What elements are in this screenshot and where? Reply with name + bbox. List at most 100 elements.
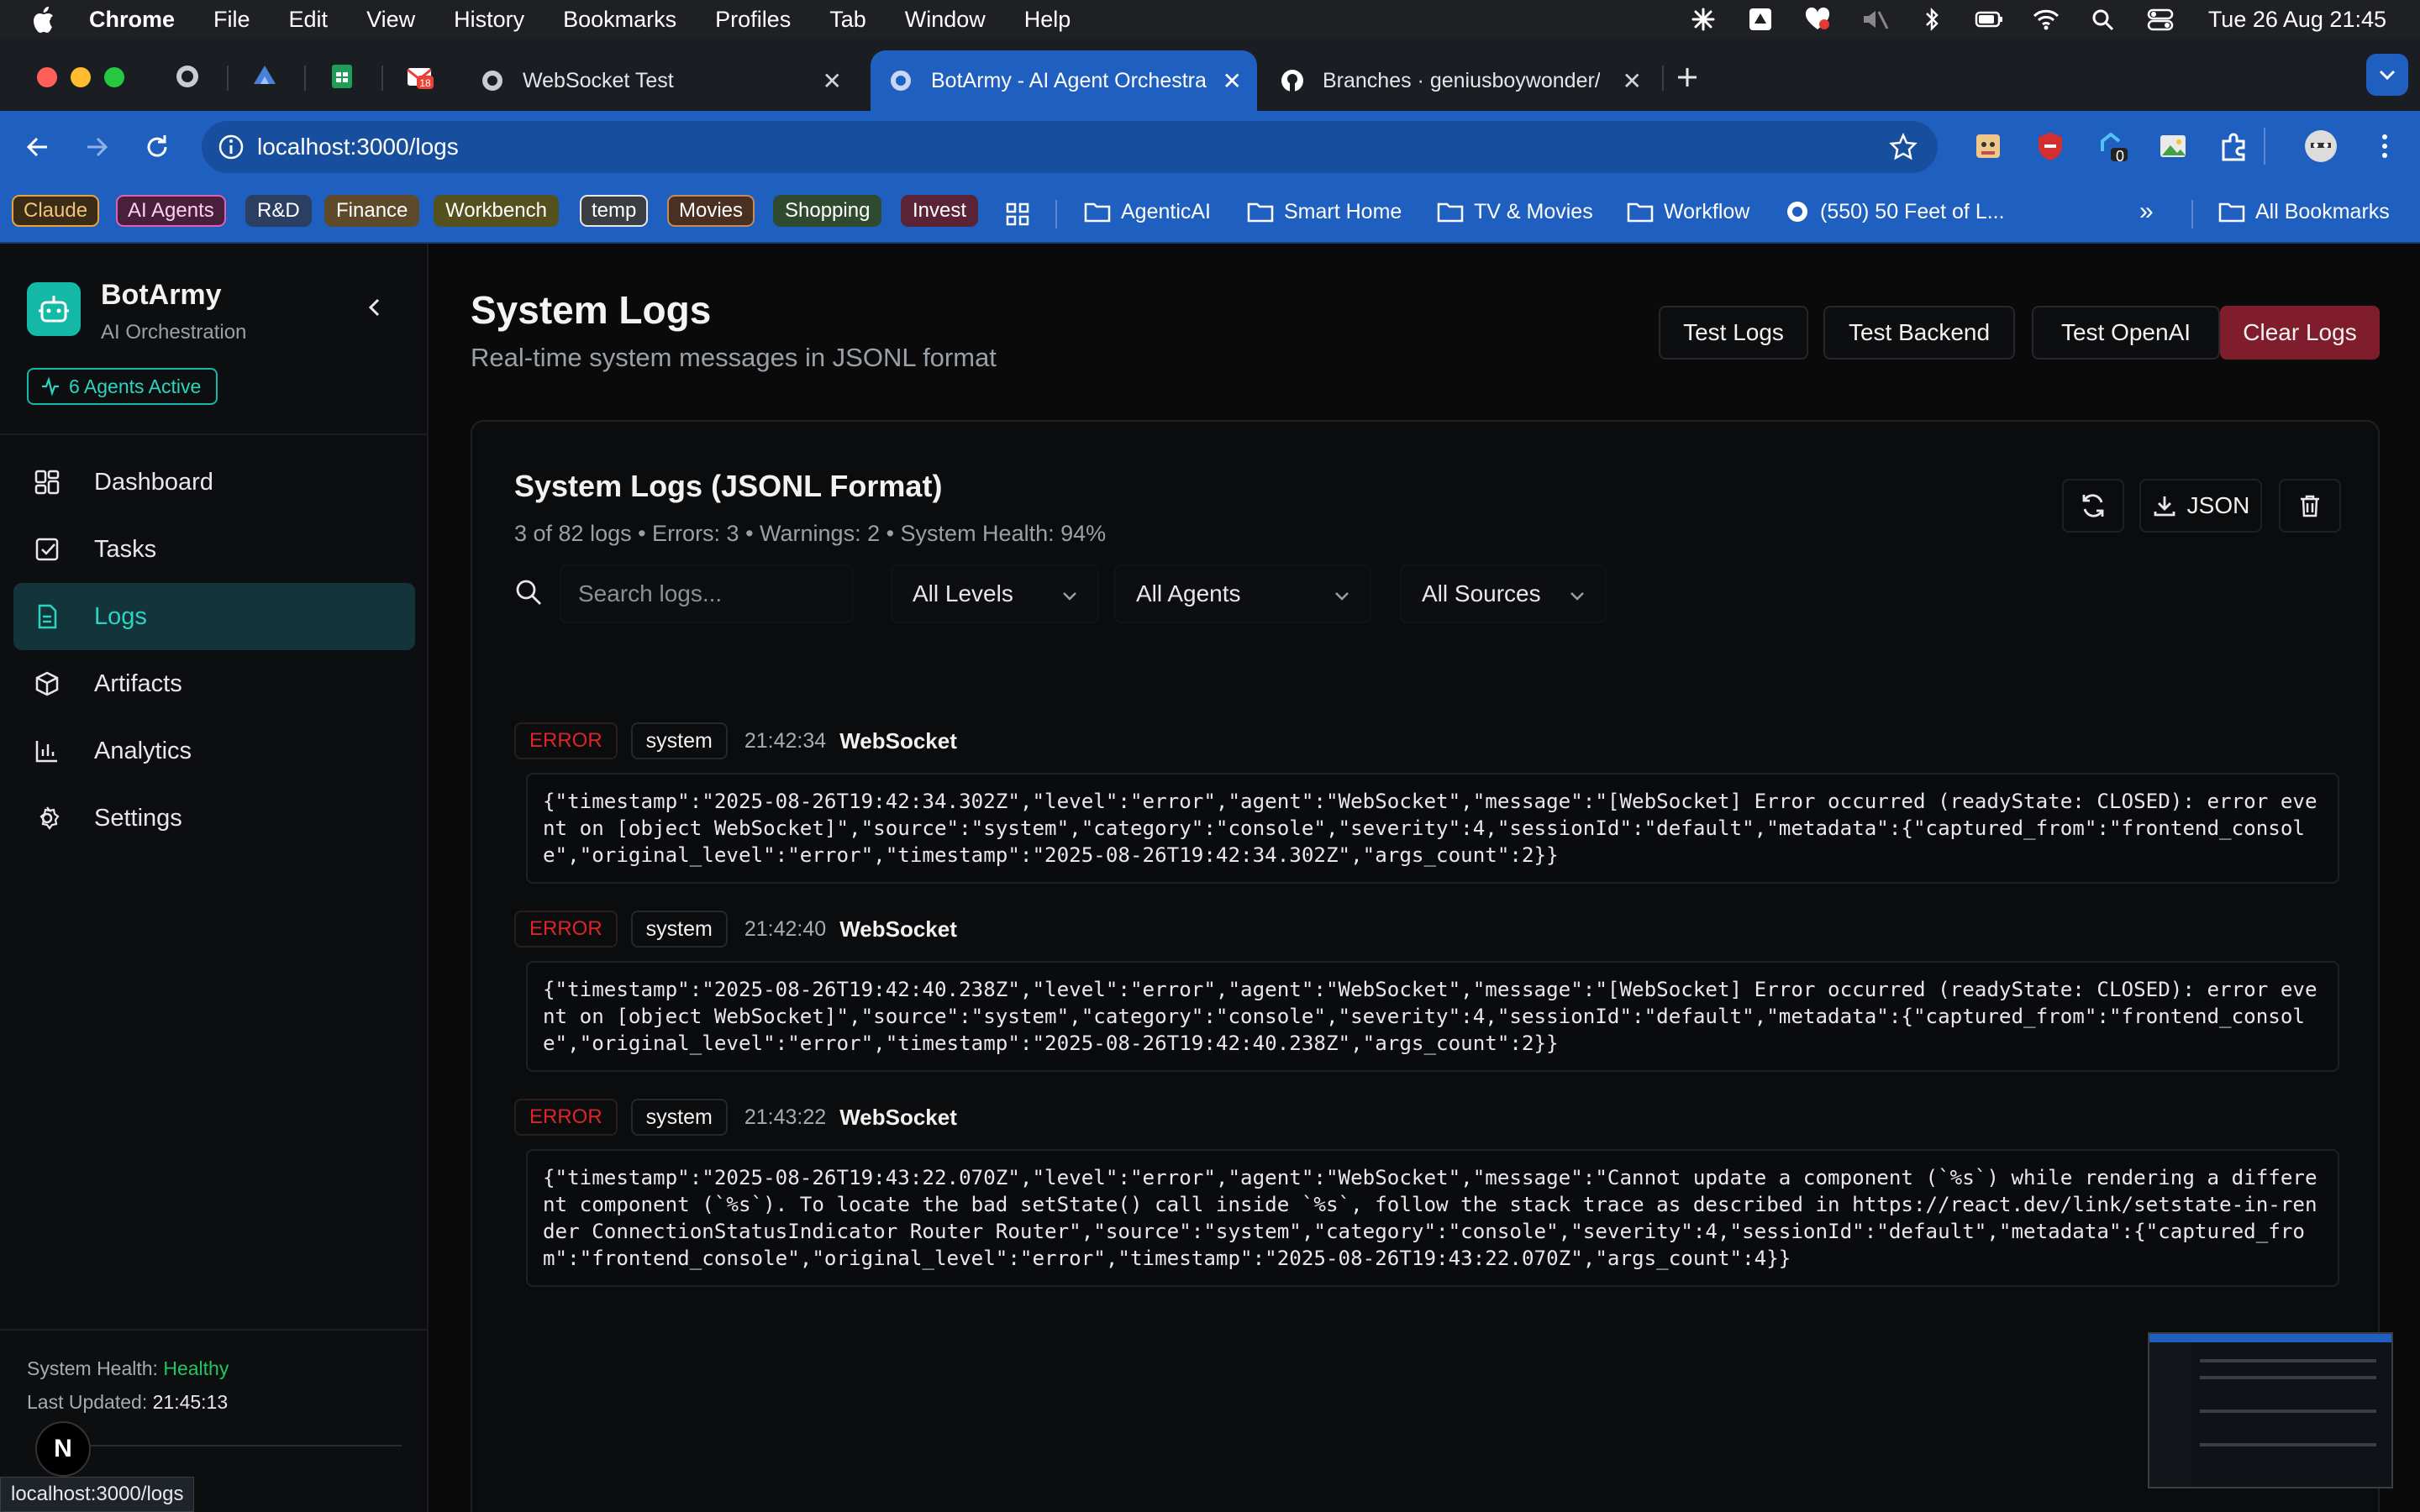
tab-github-branches[interactable]: Branches · geniusboywonder/ ✕ [1270, 50, 1657, 111]
bookmark-claude[interactable]: Claude [12, 195, 100, 227]
level-filter-select[interactable]: All Levels [891, 564, 1099, 623]
test-logs-button[interactable]: Test Logs [1659, 306, 1808, 360]
bookmark-folder-workflow[interactable]: Workflow [1627, 195, 1749, 228]
menu-bookmarks[interactable]: Bookmarks [563, 7, 676, 33]
tab-botarmy[interactable]: BotArmy - AI Agent Orchestra ✕ [871, 50, 1257, 111]
macos-menu-bar: Chrome File Edit View History Bookmarks … [0, 0, 2420, 39]
new-tab-plus-icon[interactable] [1674, 64, 1701, 91]
menu-profiles[interactable]: Profiles [715, 7, 791, 33]
menu-app-name[interactable]: Chrome [89, 7, 175, 33]
bluetooth-icon[interactable] [1918, 7, 1946, 32]
gmail-tab-icon[interactable]: 18 [405, 62, 434, 91]
clear-logs-button[interactable]: Clear Logs [2220, 306, 2380, 360]
log-entry-json[interactable]: {"timestamp":"2025-08-26T19:42:40.238Z",… [526, 961, 2339, 1072]
bookmark-folder-agenticai[interactable]: AgenticAI [1084, 195, 1211, 228]
sheets-tab-icon[interactable] [328, 62, 356, 91]
chrome-menu-icon[interactable] [2368, 129, 2402, 163]
window-close-button[interactable] [37, 67, 57, 87]
spotlight-search-icon[interactable] [2089, 7, 2118, 32]
window-zoom-button[interactable] [104, 67, 124, 87]
log-entry-json[interactable]: {"timestamp":"2025-08-26T19:42:34.302Z",… [526, 773, 2339, 884]
site-info-icon[interactable] [217, 133, 245, 161]
sidebar-divider [0, 433, 429, 435]
bookmark-site-youtube[interactable]: (550) 50 Feet of L... [1785, 195, 2005, 228]
close-tab-icon[interactable]: ✕ [823, 67, 842, 95]
back-arrow-icon[interactable] [22, 131, 54, 163]
sidebar-item-logs[interactable]: Logs [13, 583, 415, 650]
window-minimize-button[interactable] [71, 67, 91, 87]
collapse-sidebar-chevron-icon[interactable] [363, 296, 387, 319]
sidebar: BotArmy AI Orchestration 6 Agents Active… [0, 244, 429, 1512]
refresh-logs-button[interactable] [2062, 479, 2124, 533]
blue-app-tab-icon[interactable] [250, 62, 279, 91]
close-tab-icon[interactable]: ✕ [1623, 67, 1642, 95]
system-health-label: System Health: [27, 1357, 158, 1379]
bookmark-invest[interactable]: Invest [901, 195, 979, 227]
extension-badge-count: 0 [2116, 148, 2125, 165]
search-logs-input[interactable] [560, 564, 854, 623]
sidebar-item-dashboard[interactable]: Dashboard [13, 449, 415, 516]
delete-logs-button[interactable] [2279, 479, 2341, 533]
control-center-icon[interactable] [2146, 7, 2175, 32]
menu-tab[interactable]: Tab [829, 7, 866, 33]
drive-status-icon[interactable] [1746, 7, 1775, 32]
menu-window[interactable]: Window [905, 7, 986, 33]
profile-avatar-icon[interactable] [2304, 129, 2338, 163]
shield-extension-icon[interactable] [2033, 129, 2067, 163]
bookmark-ai-agents[interactable]: AI Agents [116, 195, 226, 227]
menu-file[interactable]: File [213, 7, 250, 33]
image-extension-icon[interactable] [2156, 129, 2190, 163]
screenshot-thumbnail-preview[interactable] [2148, 1332, 2393, 1488]
menu-help[interactable]: Help [1024, 7, 1071, 33]
forward-arrow-icon[interactable] [81, 131, 113, 163]
apps-grid-icon[interactable] [1005, 202, 1030, 227]
all-bookmarks-folder[interactable]: All Bookmarks [2218, 195, 2390, 228]
bookmark-workbench[interactable]: Workbench [434, 195, 559, 227]
sidebar-item-analytics[interactable]: Analytics [13, 717, 415, 785]
menu-history[interactable]: History [454, 7, 524, 33]
download-icon [2154, 496, 2175, 517]
heart-status-icon[interactable] [1803, 7, 1832, 32]
wifi-icon[interactable] [2032, 7, 2060, 32]
bookmark-folder-tv-movies[interactable]: TV & Movies [1437, 195, 1593, 228]
refresh-icon [2082, 494, 2104, 517]
bookmark-folder-label: Workflow [1664, 199, 1750, 223]
test-backend-button[interactable]: Test Backend [1823, 306, 2015, 360]
export-json-button[interactable]: JSON [2139, 479, 2262, 533]
menu-edit[interactable]: Edit [289, 7, 329, 33]
bookmark-star-icon[interactable] [1889, 133, 1918, 161]
reload-icon[interactable] [141, 131, 173, 163]
trash-icon [2301, 495, 2319, 517]
nextjs-dev-badge[interactable]: N [35, 1421, 91, 1477]
close-tab-icon[interactable]: ✕ [1223, 67, 1242, 95]
address-bar-url[interactable]: localhost:3000/logs [257, 134, 459, 160]
agent-filter-select[interactable]: All Agents [1114, 564, 1371, 623]
bookmark-finance[interactable]: Finance [324, 195, 420, 227]
bookmark-temp[interactable]: temp [580, 195, 649, 227]
sidebar-item-settings[interactable]: Settings [13, 785, 415, 852]
tab-websocket-test[interactable]: WebSocket Test ✕ [471, 50, 857, 111]
bookmark-shopping[interactable]: Shopping [773, 195, 882, 227]
chevron-down-icon [2379, 70, 2396, 81]
bookmark-folder-smart-home[interactable]: Smart Home [1247, 195, 1402, 228]
test-openai-button[interactable]: Test OpenAI [2032, 306, 2220, 360]
bookmarks-overflow-chevron-icon[interactable]: » [2139, 195, 2154, 228]
mute-icon[interactable] [1860, 7, 1889, 32]
source-filter-select[interactable]: All Sources [1400, 564, 1607, 623]
apple-logo-icon[interactable] [30, 5, 55, 34]
tab-search-button[interactable] [2366, 54, 2408, 96]
bookmark-rnd[interactable]: R&D [245, 195, 312, 227]
menu-view[interactable]: View [366, 7, 415, 33]
extension-avatar-icon[interactable] [1971, 129, 2005, 163]
sidebar-item-tasks[interactable]: Tasks [13, 516, 415, 583]
sidebar-item-artifacts[interactable]: Artifacts [13, 650, 415, 717]
menu-clock[interactable]: Tue 26 Aug 21:45 [2208, 7, 2386, 33]
bookmark-movies[interactable]: Movies [667, 195, 755, 227]
sidebar-item-label: Dashboard [94, 468, 213, 496]
globe-tab-icon[interactable] [173, 62, 202, 91]
puzzle-extensions-icon[interactable] [2217, 129, 2250, 163]
address-bar[interactable]: localhost:3000/logs [202, 121, 1938, 173]
log-entry-json[interactable]: {"timestamp":"2025-08-26T19:43:22.070Z",… [526, 1149, 2339, 1287]
claude-status-icon[interactable] [1689, 7, 1718, 32]
battery-icon[interactable] [1975, 7, 2003, 32]
